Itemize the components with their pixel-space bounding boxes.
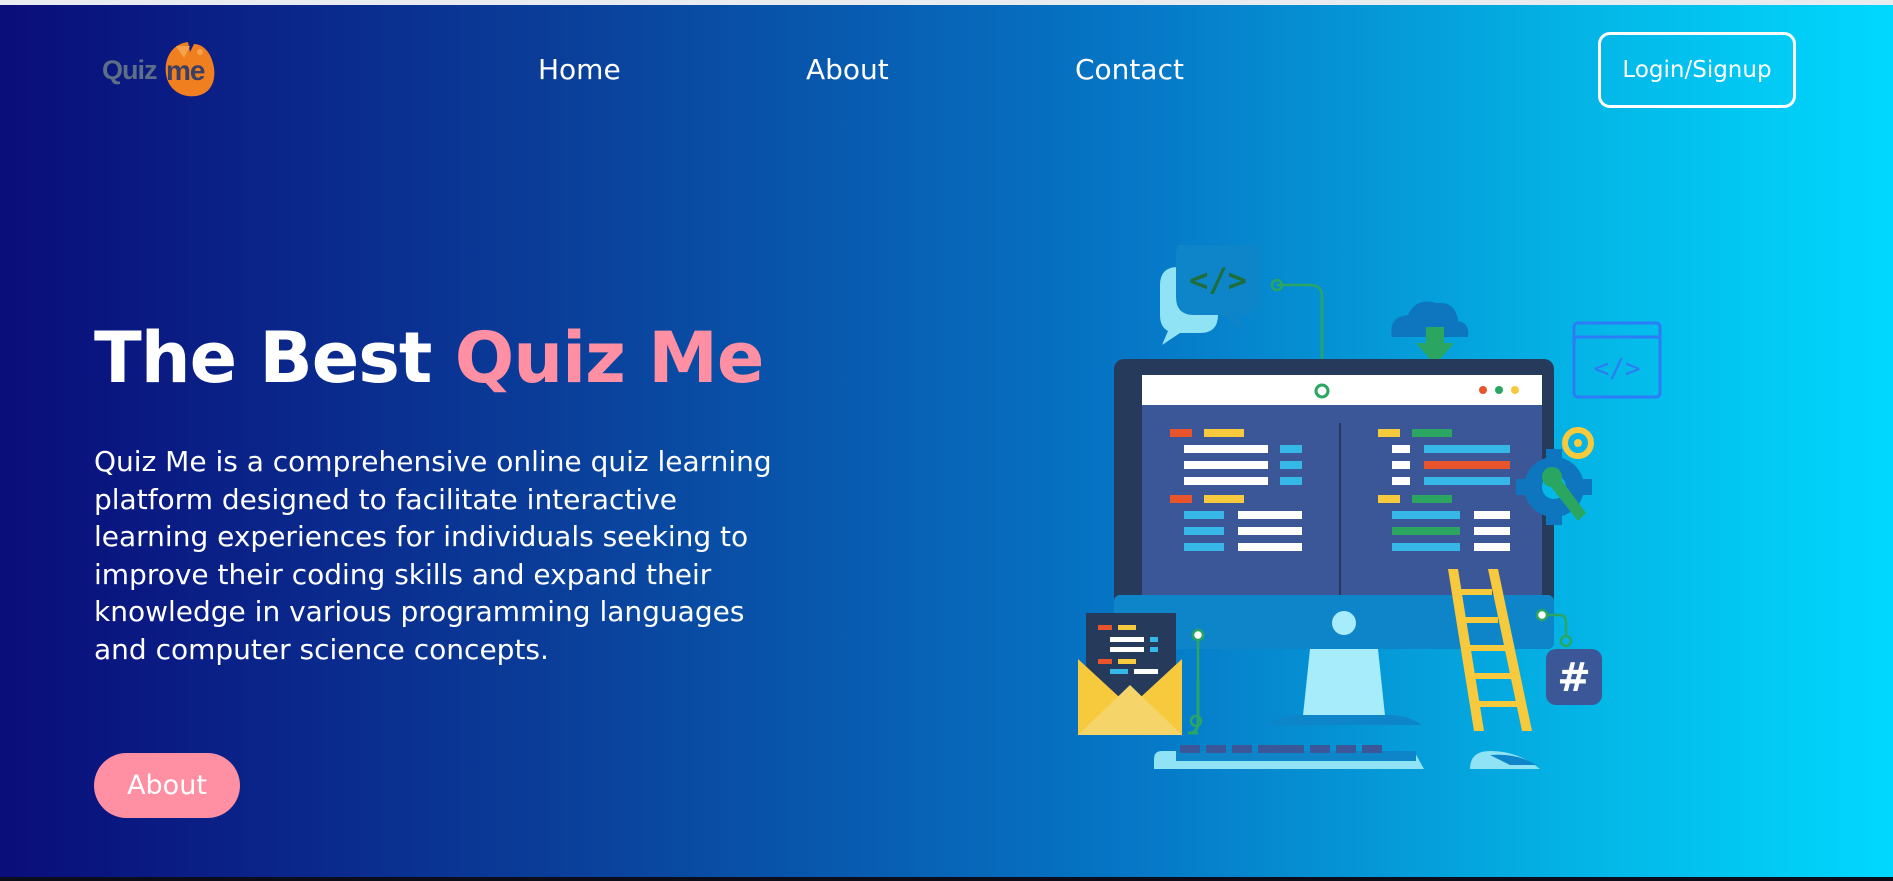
cloud-download-icon — [1391, 301, 1469, 365]
hash-symbol: # — [1557, 655, 1591, 701]
nav-contact[interactable]: Contact — [1075, 53, 1184, 86]
logo-text-me: me — [166, 55, 205, 86]
logo-text-quiz: Quiz — [102, 55, 157, 85]
mouse-icon — [1470, 751, 1540, 769]
hero-section: Quiz me Home About Contact Login/Signup … — [0, 5, 1893, 881]
nav-about[interactable]: About — [806, 53, 889, 86]
landing-page: Quiz me Home About Contact Login/Signup … — [0, 0, 1893, 881]
small-gear-icon — [1562, 427, 1594, 459]
hero-description: Quiz Me is a comprehensive online quiz l… — [94, 445, 772, 666]
keyboard-icon — [1154, 745, 1424, 769]
code-chat-bubble-icon: </> — [1160, 245, 1260, 345]
code-tag-2: </> — [1594, 354, 1641, 384]
hero-title-main: The Best — [94, 317, 432, 399]
coding-illustration: </> </> # — [1078, 245, 1662, 769]
quizme-logo[interactable]: Quiz me — [100, 35, 220, 105]
hero-title: The Best Quiz Me — [94, 317, 765, 399]
code-window-icon: </> — [1572, 321, 1662, 399]
login-signup-button[interactable]: Login/Signup — [1598, 32, 1796, 108]
nav-home[interactable]: Home — [538, 53, 621, 86]
code-tag-1: </> — [1189, 261, 1247, 299]
bottom-border — [0, 877, 1893, 881]
about-button[interactable]: About — [94, 753, 240, 818]
hero-title-accent: Quiz Me — [454, 317, 765, 399]
